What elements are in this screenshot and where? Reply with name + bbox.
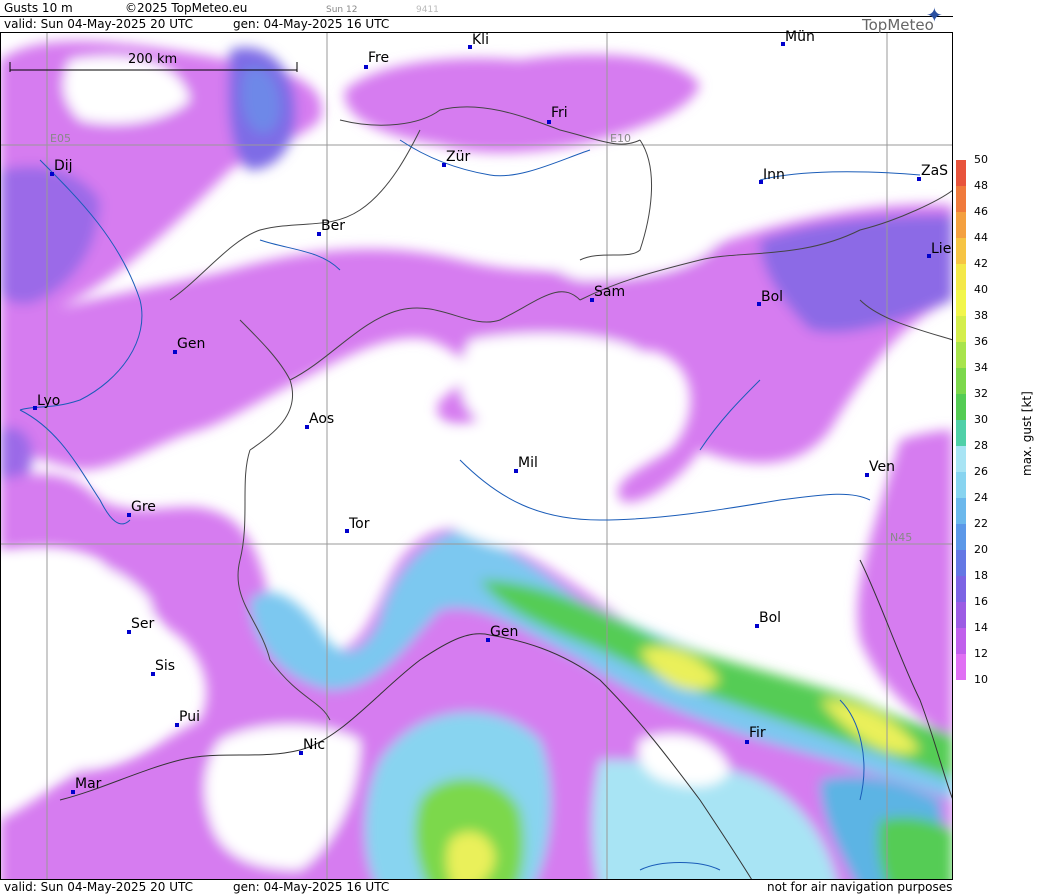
- city-label: Mar: [75, 776, 102, 792]
- legend-level-label: 28: [974, 439, 988, 452]
- legend-level-label: 26: [974, 465, 988, 478]
- legend-level-label: 38: [974, 309, 988, 322]
- legend-level-label: 20: [974, 543, 988, 556]
- grid-label-e05: E05: [50, 132, 71, 145]
- legend-color-box: [956, 472, 966, 498]
- city-label: Sam: [594, 284, 626, 300]
- legend-level-label: 48: [974, 179, 988, 192]
- product-title: Gusts 10 m: [4, 1, 73, 15]
- city-label: Fir: [749, 725, 766, 741]
- scale-label: 200 km: [128, 52, 178, 67]
- grid-label-n45: N45: [890, 531, 913, 544]
- legend-color-box: [956, 654, 966, 680]
- legend-color-box: [956, 264, 966, 290]
- legend-color-box: [956, 524, 966, 550]
- city-label: Ser: [131, 616, 155, 632]
- city-label: Sis: [155, 658, 176, 674]
- legend-color-box: [956, 602, 966, 628]
- city-label: Gre: [131, 499, 156, 515]
- legend-level-label: 12: [974, 647, 988, 660]
- city-label: Zür: [446, 149, 471, 165]
- city-label: Aos: [309, 411, 335, 427]
- legend-level-label: 24: [974, 491, 988, 504]
- legend-level-label: 34: [974, 361, 988, 374]
- legend-color-box: [956, 160, 966, 186]
- city-label: Fri: [551, 105, 568, 121]
- legend-color-box: [956, 212, 966, 238]
- copyright: ©2025 TopMeteo.eu: [125, 1, 248, 15]
- city-label: Gen: [177, 336, 206, 352]
- legend-color-box: [956, 498, 966, 524]
- legend-color-box: [956, 186, 966, 212]
- valid-time: valid: Sun 04-May-2025 20 UTC: [4, 17, 193, 31]
- city-label: Ven: [869, 459, 895, 475]
- gen-time: gen: 04-May-2025 16 UTC: [233, 17, 390, 31]
- compass-star-icon: ✦: [926, 3, 943, 27]
- footer-gen: gen: 04-May-2025 16 UTC: [233, 880, 390, 894]
- legend-color-box: [956, 446, 966, 472]
- code-tag: 9411: [416, 5, 439, 15]
- city-label: Mün: [785, 29, 815, 45]
- city-label: Gen: [490, 624, 519, 640]
- gust-map: [0, 0, 953, 893]
- legend-title: max. gust [kt]: [1020, 391, 1034, 476]
- city-label: Ber: [321, 218, 345, 234]
- footer-valid: valid: Sun 04-May-2025 20 UTC: [4, 880, 193, 894]
- city-label: Lyo: [37, 393, 61, 409]
- legend-level-label: 46: [974, 205, 988, 218]
- legend-level-label: 16: [974, 595, 988, 608]
- legend-level-label: 32: [974, 387, 988, 400]
- legend-level-label: 44: [974, 231, 988, 244]
- city-label: Mil: [518, 455, 538, 471]
- city-label: Dij: [54, 158, 73, 174]
- topmeteo-logo: TopMeteo: [862, 16, 934, 34]
- legend-level-label: 40: [974, 283, 988, 296]
- legend-level-label: 18: [974, 569, 988, 582]
- legend-level-label: 30: [974, 413, 988, 426]
- legend-color-box: [956, 628, 966, 654]
- legend-level-label: 50: [974, 153, 988, 166]
- city-label: Inn: [763, 167, 785, 183]
- city-label: Kli: [472, 32, 489, 48]
- legend-color-box: [956, 342, 966, 368]
- grid-label-e10: E10: [610, 132, 631, 145]
- city-label: ZaS: [921, 163, 949, 179]
- legend-level-label: 36: [974, 335, 988, 348]
- city-label: Nic: [303, 737, 326, 753]
- legend-color-box: [956, 576, 966, 602]
- legend-level-label: 42: [974, 257, 988, 270]
- run-tag: Sun 12: [326, 5, 358, 15]
- city-label: Tor: [349, 516, 370, 532]
- legend-color-box: [956, 238, 966, 264]
- legend-level-label: 14: [974, 621, 988, 634]
- legend-color-box: [956, 420, 966, 446]
- legend-level-label: 22: [974, 517, 988, 530]
- city-label: Bol: [759, 610, 782, 626]
- legend-color-box: [956, 550, 966, 576]
- legend-color-box: [956, 290, 966, 316]
- legend-level-label: 10: [974, 673, 988, 686]
- city-label: Bol: [761, 289, 784, 305]
- city-label: Fre: [368, 50, 390, 66]
- city-label: Lie: [931, 241, 952, 257]
- legend-color-box: [956, 316, 966, 342]
- legend-color-box: [956, 368, 966, 394]
- city-label: Pui: [179, 709, 200, 725]
- disclaimer: not for air navigation purposes: [767, 880, 953, 894]
- legend-color-box: [956, 394, 966, 420]
